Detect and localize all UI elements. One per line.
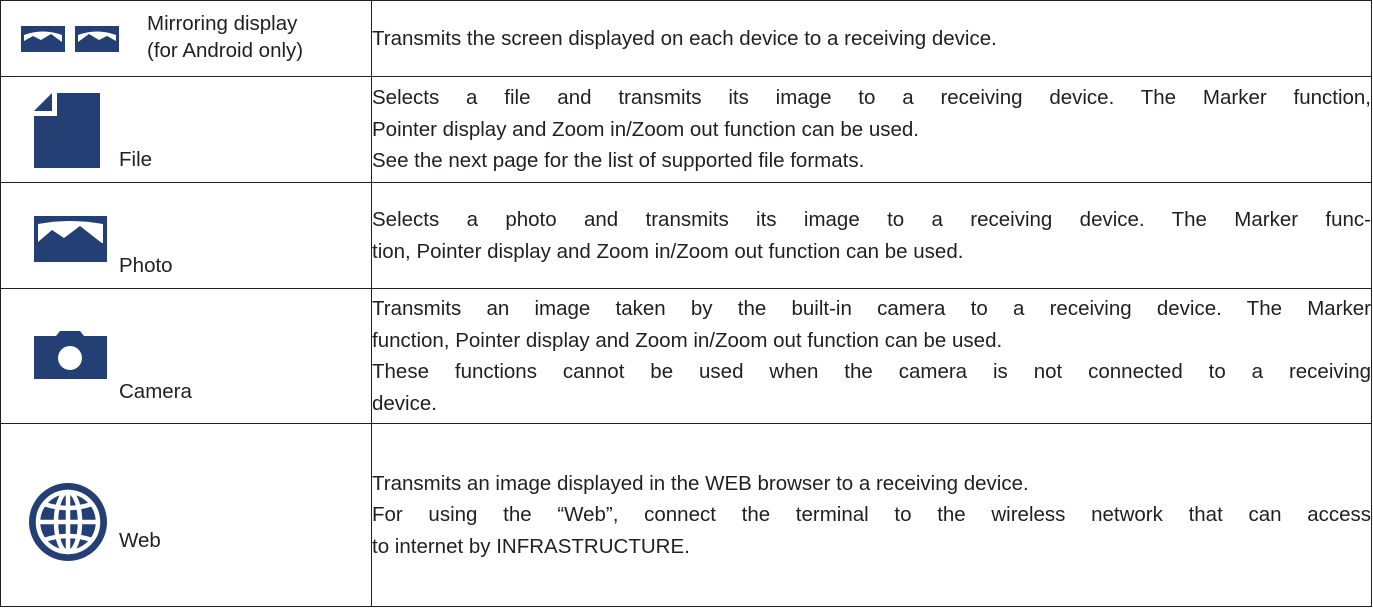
- label-mirroring-line2: (for Android only): [147, 39, 304, 62]
- desc-photo-line2: tion, Pointer display and Zoom in/Zoom o…: [372, 239, 964, 263]
- icon-cell-web: Web: [0, 423, 372, 607]
- function-table: Mirroring display (for Android only) Tra…: [0, 0, 1372, 607]
- mirroring-display-icon: [21, 26, 119, 52]
- desc-cell-camera: Transmits an image taken by the built-in…: [371, 288, 1372, 424]
- desc-mirroring-line1: Transmits the screen displayed on each d…: [372, 26, 997, 50]
- label-file: File: [119, 148, 153, 171]
- table-row-camera: Camera Transmits an image taken by the b…: [0, 288, 1372, 424]
- label-mirroring-line1: Mirroring display: [147, 12, 298, 35]
- desc-file-line1: Selects a file and transmits its image t…: [372, 86, 1371, 110]
- globe-icon: [29, 483, 107, 561]
- desc-camera-line3: These functions cannot be used when the …: [372, 360, 1371, 383]
- table-row-photo: Photo Selects a photo and transmits its …: [0, 182, 1372, 289]
- label-camera: Camera: [119, 380, 192, 403]
- icon-cell-mirroring: Mirroring display (for Android only): [0, 0, 372, 77]
- table-row-file: File Selects a file and transmits its im…: [0, 76, 1372, 183]
- desc-cell-web: Transmits an image displayed in the WEB …: [371, 423, 1372, 607]
- table-row-web: Web Transmits an image displayed in the …: [0, 423, 1372, 607]
- desc-cell-mirroring: Transmits the screen displayed on each d…: [371, 0, 1372, 77]
- icon-cell-photo: Photo: [0, 182, 372, 289]
- icon-cell-camera: Camera: [0, 288, 372, 424]
- desc-web-line3: to internet by INFRASTRUCTURE.: [372, 534, 690, 558]
- table-row-mirroring: Mirroring display (for Android only) Tra…: [0, 0, 1372, 77]
- desc-cell-file: Selects a file and transmits its image t…: [371, 76, 1372, 183]
- desc-camera-line2: function, Pointer display and Zoom in/Zo…: [372, 328, 1003, 352]
- desc-camera-line4: device.: [372, 391, 437, 415]
- photo-icon: [34, 216, 107, 262]
- label-photo: Photo: [119, 254, 173, 277]
- file-icon: [34, 93, 100, 168]
- camera-icon: [34, 331, 107, 379]
- desc-cell-photo: Selects a photo and transmits its image …: [371, 182, 1372, 289]
- label-web: Web: [119, 529, 161, 552]
- icon-cell-file: File: [0, 76, 372, 183]
- desc-file-line2: Pointer display and Zoom in/Zoom out fun…: [372, 117, 919, 141]
- desc-file-line3: See the next page for the list of suppor…: [372, 149, 865, 173]
- desc-web-line2: For using the “Web”, connect the termina…: [372, 503, 1371, 527]
- desc-photo-line1: Selects a photo and transmits its image …: [372, 208, 1371, 231]
- label-mirroring: Mirroring display (for Android only): [147, 10, 303, 64]
- desc-camera-line1: Transmits an image taken by the built-in…: [372, 297, 1371, 320]
- desc-web-line1: Transmits an image displayed in the WEB …: [372, 471, 1029, 495]
